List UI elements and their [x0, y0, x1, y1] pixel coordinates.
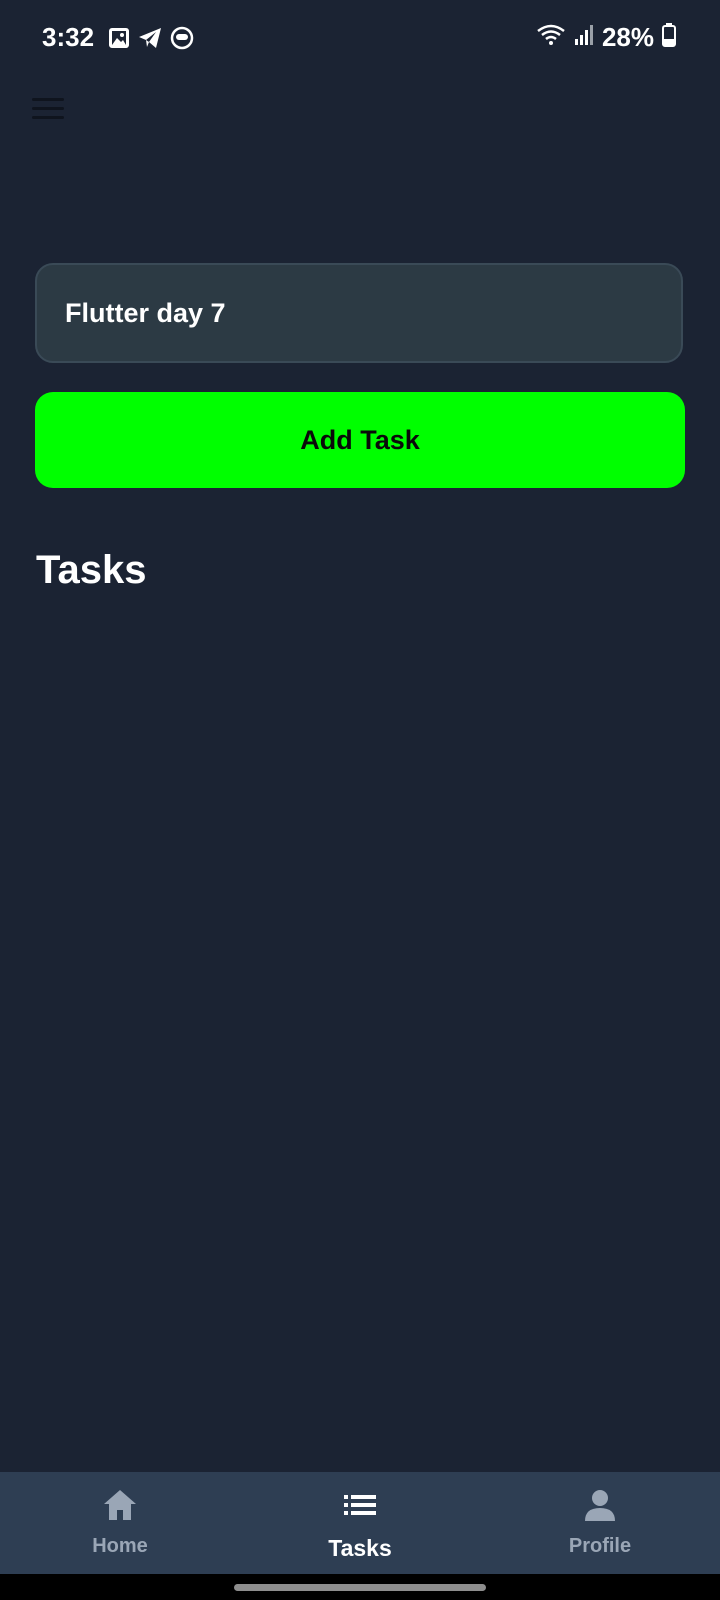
- image-icon: [108, 27, 130, 54]
- telegram-icon: [138, 27, 162, 54]
- system-icons: 28%: [536, 22, 676, 53]
- app-face-icon: [170, 26, 194, 55]
- gesture-handle[interactable]: [234, 1584, 486, 1591]
- nav-item-home[interactable]: Home: [0, 1472, 240, 1574]
- bottom-navigation: Home Tasks Profile: [0, 1472, 720, 1574]
- nav-label-profile: Profile: [568, 1535, 632, 1557]
- wifi-icon: [536, 23, 566, 52]
- tasks-title: Tasks: [36, 548, 147, 592]
- status-bar: 3:32 28%: [0, 0, 720, 76]
- home-icon: [102, 1488, 138, 1527]
- menu-icon[interactable]: [32, 96, 64, 122]
- task-input[interactable]: [35, 263, 683, 363]
- battery-icon: [662, 23, 676, 52]
- add-task-button[interactable]: Add Task: [35, 392, 685, 488]
- nav-item-tasks[interactable]: Tasks: [240, 1472, 480, 1574]
- notification-icons: [108, 26, 194, 55]
- status-time: 3:32: [42, 22, 95, 52]
- nav-item-profile[interactable]: Profile: [480, 1472, 720, 1574]
- nav-label-tasks: Tasks: [328, 1535, 392, 1561]
- person-icon: [582, 1488, 618, 1527]
- list-icon: [342, 1488, 378, 1527]
- battery-level: 28%: [601, 22, 654, 52]
- nav-label-home: Home: [92, 1535, 148, 1557]
- signal-icon: [574, 24, 594, 51]
